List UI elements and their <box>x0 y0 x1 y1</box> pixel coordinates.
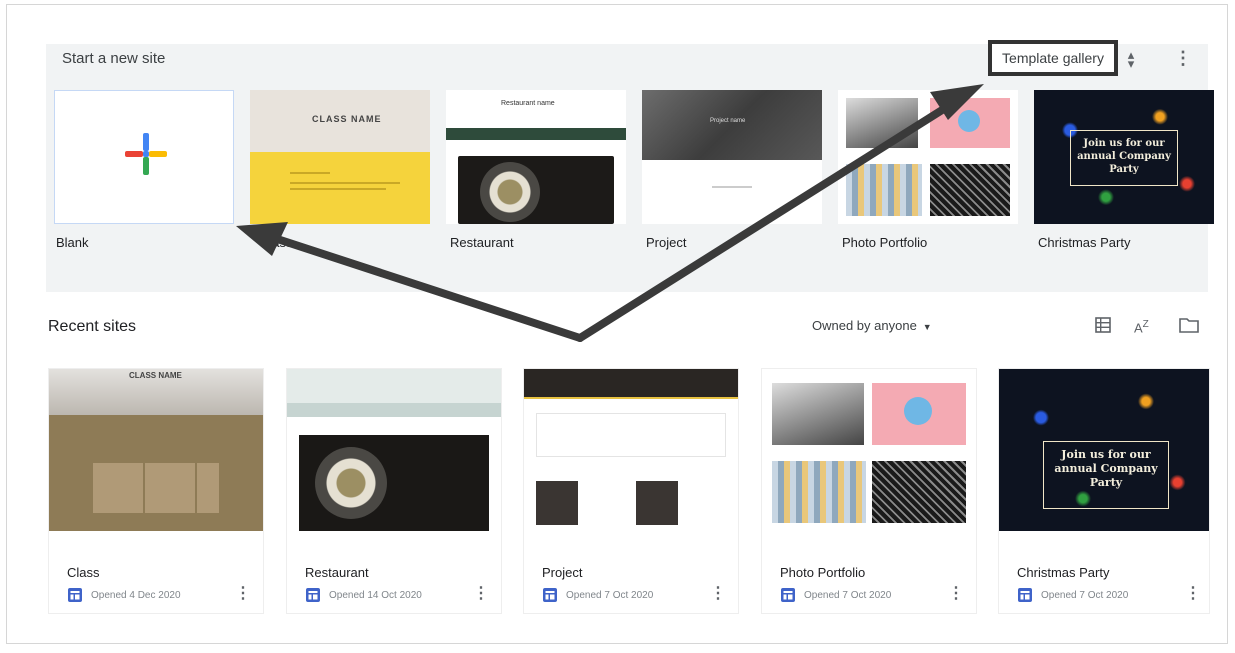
more-vert-icon[interactable]: ⋮ <box>235 583 251 603</box>
preview-title: Restaurant name <box>501 100 555 107</box>
expand-icon[interactable]: ▴ ▾ <box>1124 48 1138 70</box>
recent-site-card[interactable]: CLASS NAME Class Opened 4 Dec 2020 ⋮ <box>48 368 264 614</box>
template-christmas-party[interactable]: Join us for our annual Company Party <box>1034 90 1214 224</box>
preview-title: CLASS NAME <box>129 371 182 380</box>
site-name: Class <box>67 565 100 580</box>
preview-title: CLASS NAME <box>312 114 382 124</box>
site-thumbnail: CLASS NAME <box>49 369 263 531</box>
recent-site-card[interactable]: Restaurant Opened 14 Oct 2020 ⋮ <box>286 368 502 614</box>
caret-down-icon: ▼ <box>922 322 932 332</box>
pattern-image <box>930 164 1010 216</box>
template-blank[interactable] <box>54 90 234 224</box>
site-icon <box>543 588 557 602</box>
template-photo-portfolio[interactable] <box>838 90 1018 224</box>
template-label: Restaurant <box>450 235 514 250</box>
plus-icon <box>125 133 167 175</box>
template-preview: Restaurant name <box>446 90 626 128</box>
more-vert-icon[interactable]: ⋮ <box>1185 583 1201 603</box>
recent-sites-title: Recent sites <box>48 318 137 335</box>
site-thumbnail <box>524 369 738 531</box>
site-name: Christmas Party <box>1017 565 1110 580</box>
more-vert-icon[interactable]: ⋮ <box>473 583 489 603</box>
template-preview: Project name <box>642 90 822 160</box>
template-label: Photo Portfolio <box>842 235 928 250</box>
template-preview <box>250 152 430 224</box>
start-new-site-section: Start a new site Template gallery ▴ ▾ ⋮ B… <box>46 40 1214 292</box>
pink-image <box>930 98 1010 148</box>
site-name: Restaurant <box>305 565 369 580</box>
opened-date: Opened 4 Dec 2020 <box>91 589 181 601</box>
template-gallery-button[interactable]: Template gallery <box>988 40 1118 76</box>
more-vert-icon[interactable]: ⋮ <box>1174 48 1192 68</box>
opened-date: Opened 7 Oct 2020 <box>566 589 654 601</box>
site-thumbnail: Join us for our annual Company Party <box>999 369 1209 531</box>
site-icon <box>68 588 82 602</box>
template-project[interactable]: Project name <box>642 90 822 224</box>
site-icon <box>1018 588 1032 602</box>
more-vert-icon[interactable]: ⋮ <box>710 583 726 603</box>
opened-date: Opened 14 Oct 2020 <box>329 589 422 601</box>
template-restaurant[interactable]: Restaurant name <box>446 90 626 224</box>
template-preview <box>712 186 752 188</box>
folder-icon[interactable] <box>1178 314 1200 336</box>
owner-filter-label: Owned by anyone <box>812 318 917 333</box>
recent-site-card[interactable]: Join us for our annual Company Party Chr… <box>998 368 1210 614</box>
template-label: Class <box>260 235 293 250</box>
portrait-image <box>846 98 918 148</box>
site-icon <box>306 588 320 602</box>
site-name: Project <box>542 565 583 580</box>
site-name: Photo Portfolio <box>780 565 866 580</box>
template-label: Christmas Party <box>1038 235 1131 250</box>
site-thumbnail <box>762 369 976 531</box>
preview-text: Join us for our annual Company Party <box>1043 441 1169 509</box>
site-icon <box>781 588 795 602</box>
section-title: Start a new site <box>62 50 166 67</box>
preview-text: Join us for our annual Company Party <box>1070 130 1178 186</box>
building-image <box>846 164 922 216</box>
recent-site-card[interactable]: Photo Portfolio Opened 7 Oct 2020 ⋮ <box>761 368 977 614</box>
preview-title: Project name <box>710 118 746 124</box>
template-preview: CLASS NAME <box>250 90 430 152</box>
template-class[interactable]: CLASS NAME <box>250 90 430 224</box>
template-preview <box>458 156 614 224</box>
owner-filter-dropdown[interactable]: Owned by anyone ▼ <box>812 318 932 333</box>
opened-date: Opened 7 Oct 2020 <box>804 589 892 601</box>
plate-image <box>480 162 540 222</box>
template-preview <box>446 128 626 140</box>
recent-site-card[interactable]: Project Opened 7 Oct 2020 ⋮ <box>523 368 739 614</box>
grid-view-icon[interactable] <box>1092 314 1114 336</box>
opened-date: Opened 7 Oct 2020 <box>1041 589 1129 601</box>
site-thumbnail <box>287 369 501 531</box>
sort-az-icon[interactable]: AZ <box>1134 314 1156 336</box>
template-label: Blank <box>56 235 89 250</box>
more-vert-icon[interactable]: ⋮ <box>948 583 964 603</box>
template-label: Project <box>646 235 687 250</box>
